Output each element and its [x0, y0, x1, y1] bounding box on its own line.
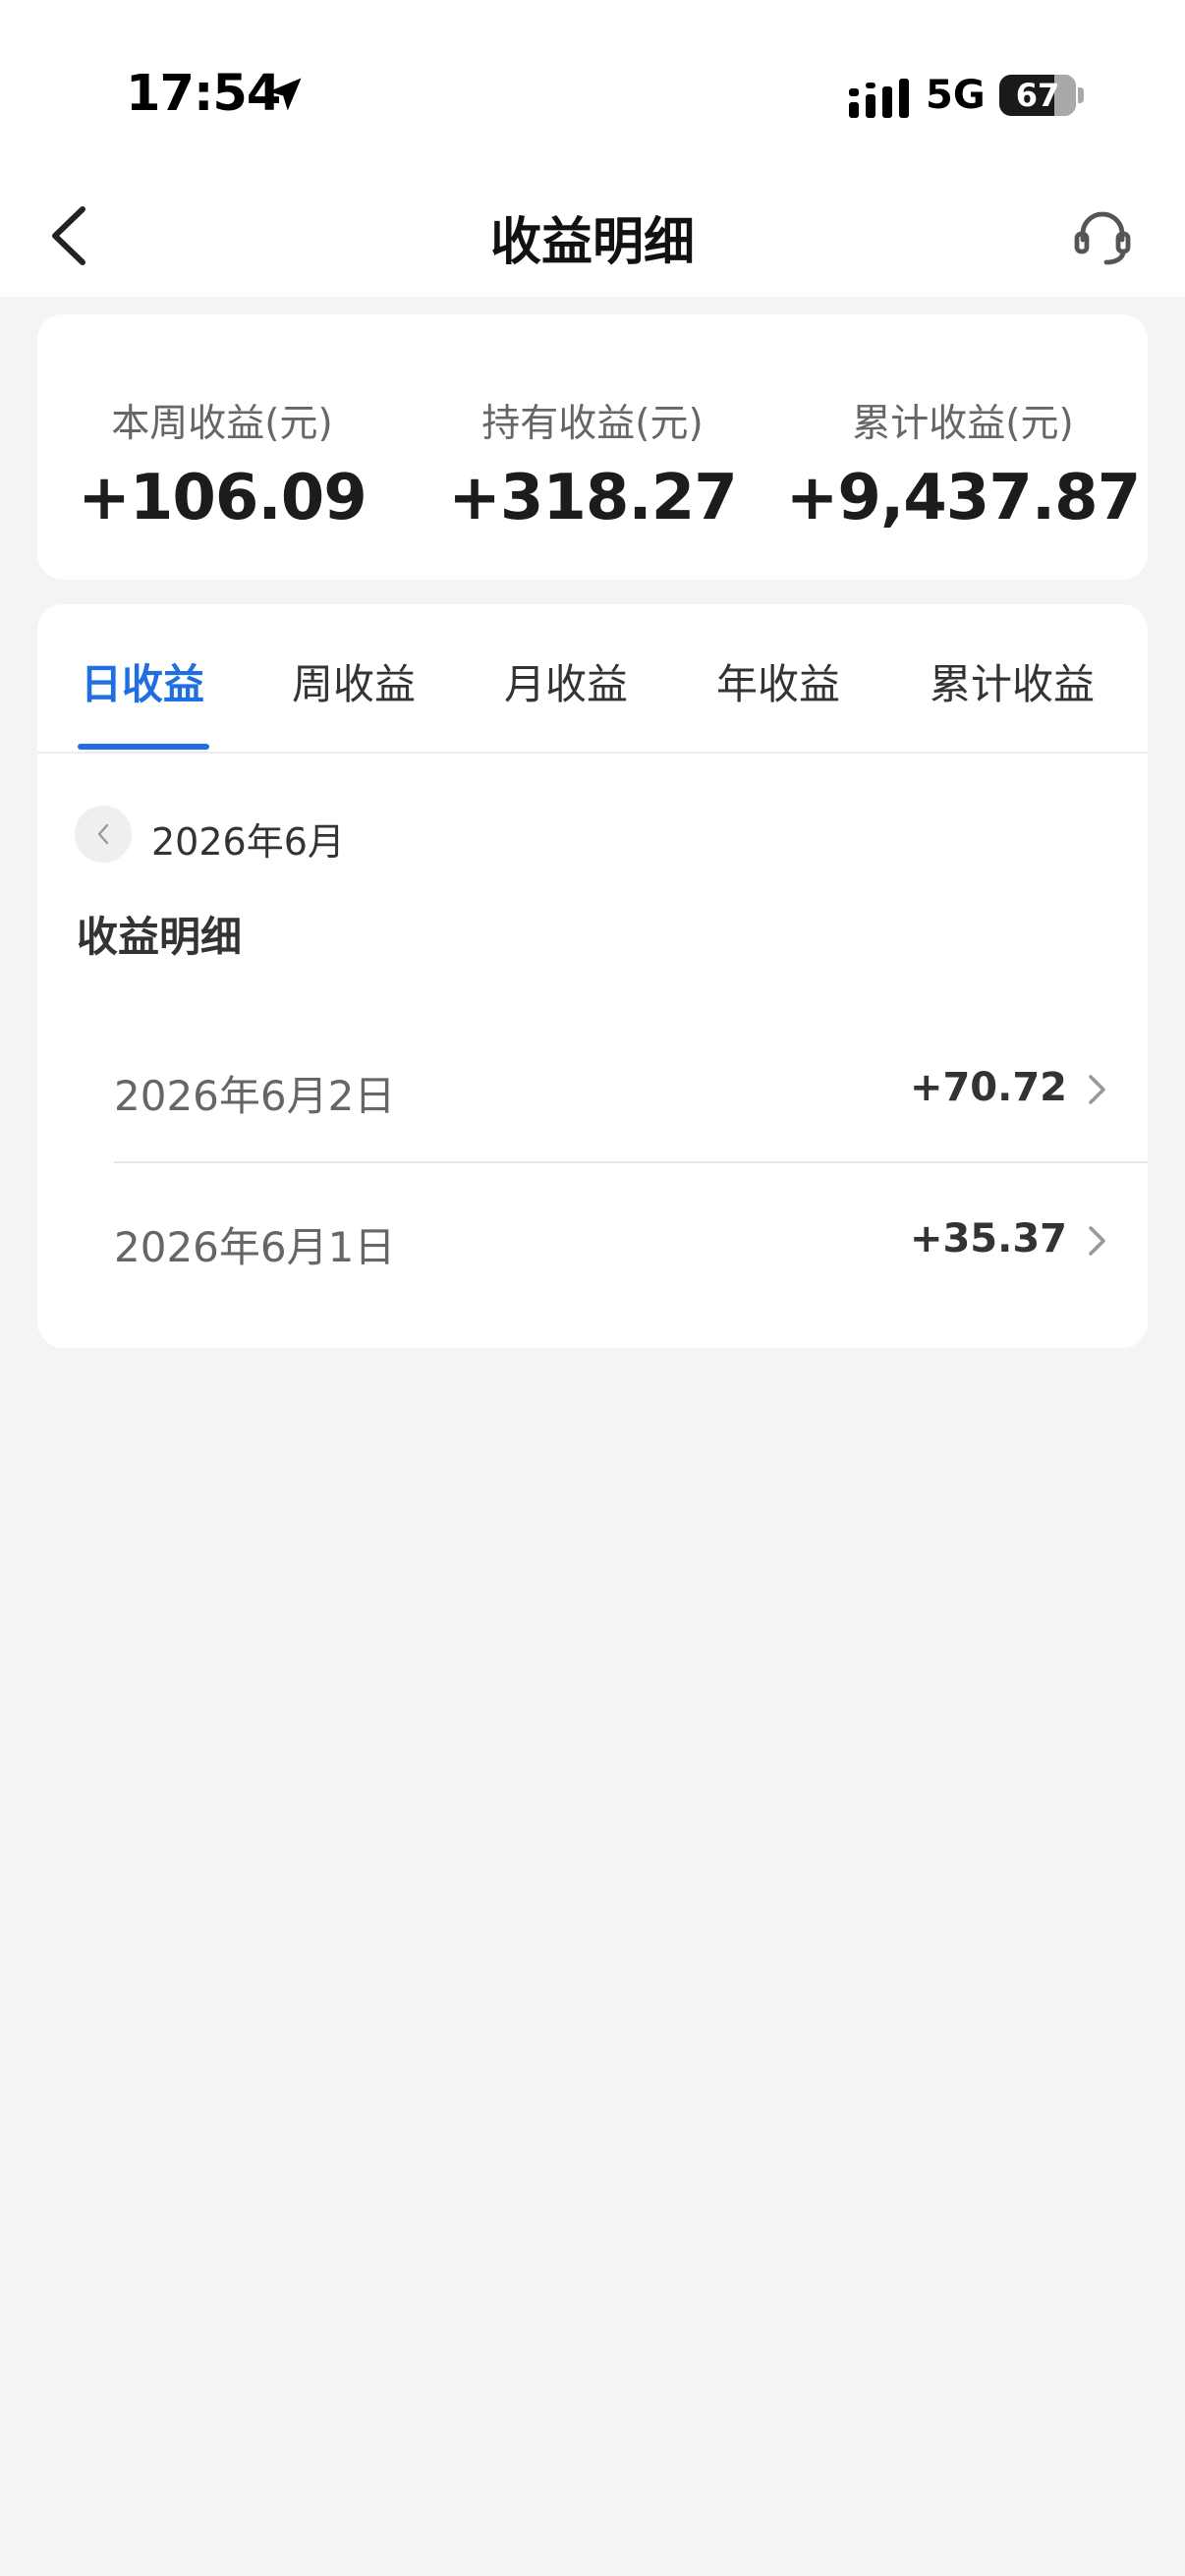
list-item[interactable]: 2026年6月2日 +70.72 — [114, 1012, 1148, 1161]
section-title: 收益明细 — [77, 913, 243, 961]
headset-icon — [1074, 211, 1131, 265]
chevron-left-icon — [97, 823, 109, 845]
active-tab-indicator — [78, 744, 209, 750]
tab-weekly[interactable]: 周收益 — [292, 651, 416, 711]
earnings-detail-card: 日收益 周收益 月收益 年收益 累计收益 2026年6月 收益明细 2026年6… — [37, 604, 1148, 1348]
battery-level: 67 — [1015, 77, 1060, 114]
summary-weekly: 本周收益(元) +106.09 — [37, 393, 407, 534]
summary-holding: 持有收益(元) +318.27 — [408, 393, 777, 534]
summary-label: 本周收益(元) — [111, 402, 333, 446]
summary-value: +106.09 — [78, 462, 367, 534]
summary-label: 累计收益(元) — [852, 402, 1074, 446]
nav-bar: 收益明细 — [0, 177, 1185, 297]
summary-value: +9,437.87 — [785, 462, 1141, 534]
item-amount: +70.72 — [909, 1065, 1067, 1110]
current-month-label: 2026年6月 — [151, 820, 345, 864]
customer-service-button[interactable] — [1061, 196, 1144, 279]
tab-daily[interactable]: 日收益 — [81, 651, 204, 711]
summary-value: +318.27 — [448, 462, 738, 534]
signal-icon — [849, 79, 909, 118]
earnings-summary-card: 本周收益(元) +106.09 持有收益(元) +318.27 累计收益(元) … — [37, 314, 1148, 580]
item-date: 2026年6月1日 — [114, 1223, 396, 1271]
page-title: 收益明细 — [489, 213, 695, 272]
location-arrow-icon — [268, 78, 302, 111]
tab-monthly[interactable]: 月收益 — [504, 651, 628, 711]
network-type-label: 5G — [926, 73, 986, 118]
status-time: 17:54 — [126, 65, 281, 123]
period-tab-bar: 日收益 周收益 月收益 年收益 累计收益 — [37, 604, 1148, 754]
tab-cumulative[interactable]: 累计收益 — [930, 651, 1095, 711]
item-amount: +35.37 — [909, 1216, 1067, 1261]
item-date: 2026年6月2日 — [114, 1072, 396, 1120]
earnings-list: 2026年6月2日 +70.72 2026年6月1日 +35.37 — [114, 1012, 1148, 1311]
tab-yearly[interactable]: 年收益 — [716, 651, 840, 711]
summary-cumulative: 累计收益(元) +9,437.87 — [778, 393, 1148, 534]
previous-month-button[interactable] — [75, 806, 132, 863]
summary-label: 持有收益(元) — [481, 402, 704, 446]
battery-cap — [1078, 87, 1084, 103]
list-item[interactable]: 2026年6月1日 +35.37 — [114, 1161, 1148, 1311]
status-bar: 17:54 5G 67 — [0, 0, 1185, 177]
chevron-right-icon — [1089, 1075, 1105, 1104]
battery-icon: 67 — [999, 75, 1076, 116]
chevron-right-icon — [1089, 1226, 1105, 1256]
